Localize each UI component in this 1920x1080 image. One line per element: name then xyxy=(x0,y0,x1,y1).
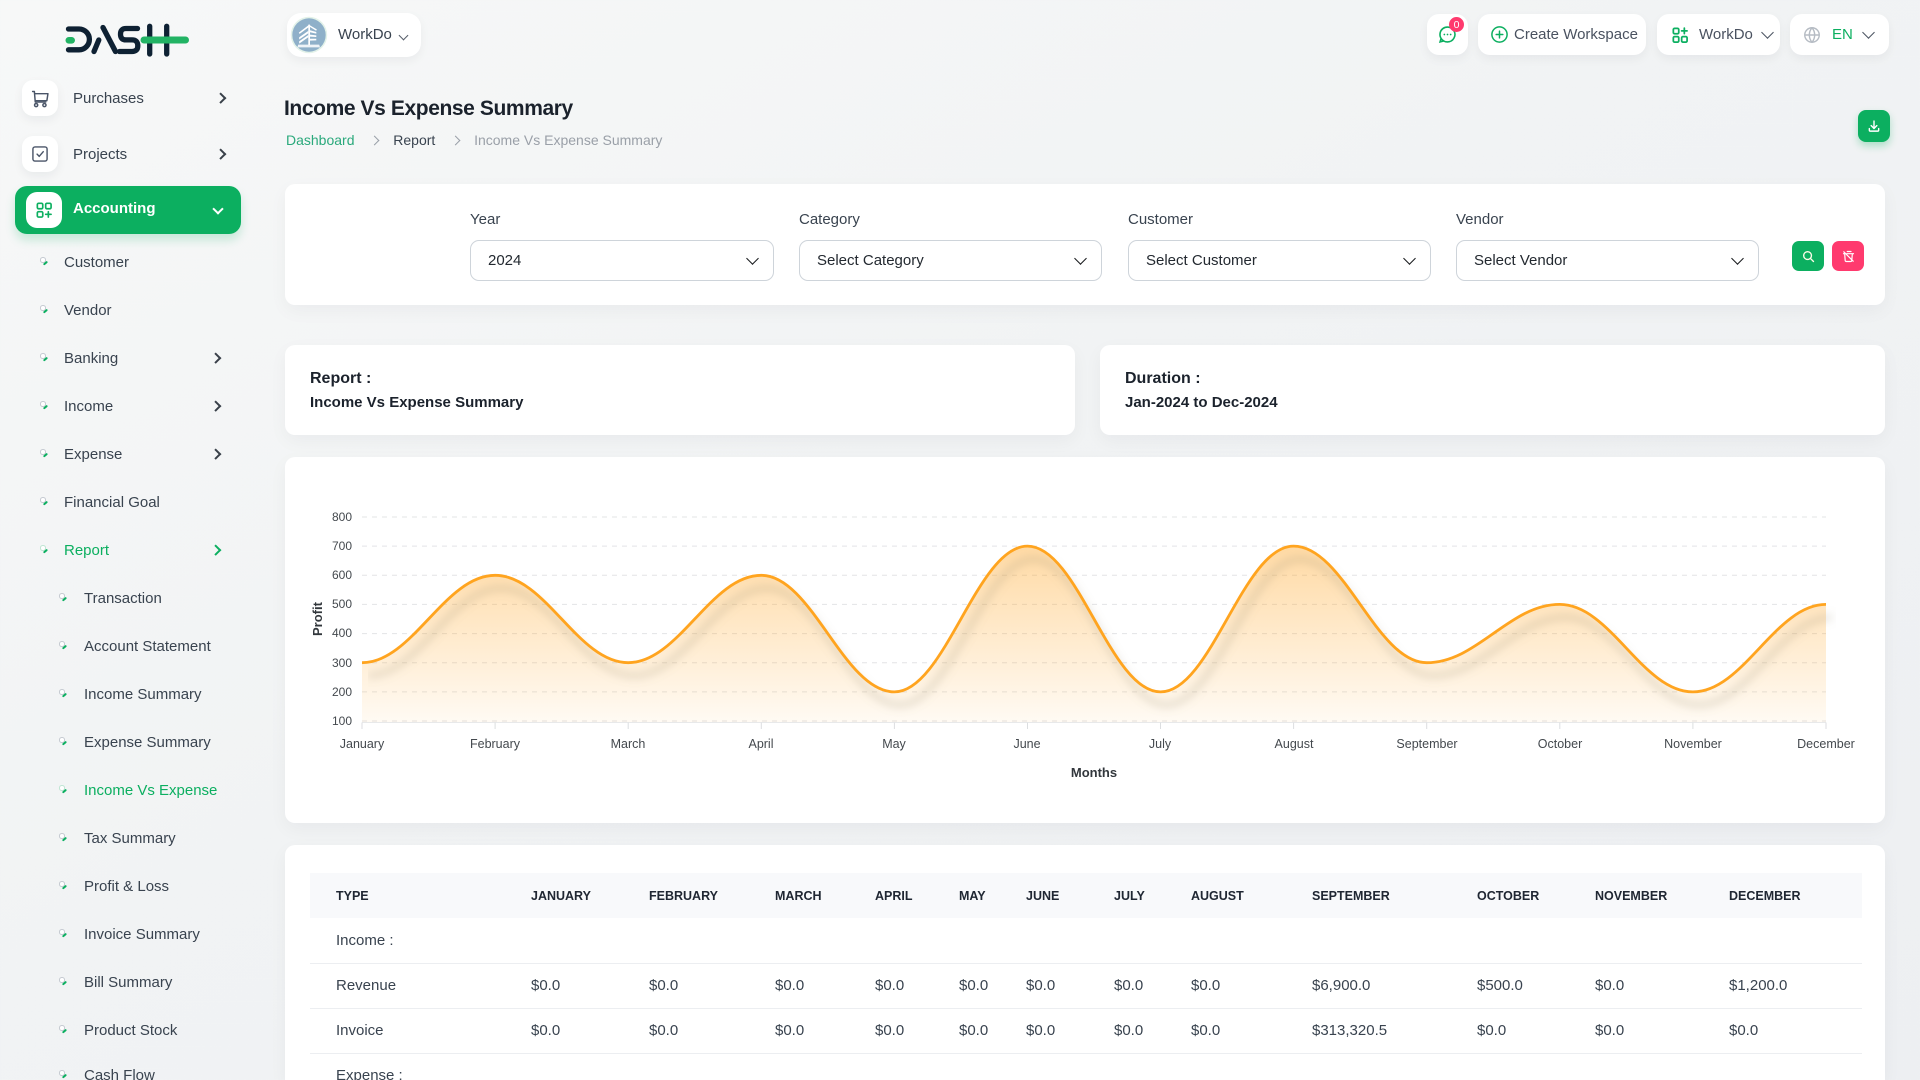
svg-text:300: 300 xyxy=(332,656,352,670)
svg-text:400: 400 xyxy=(332,626,352,640)
svg-text:February: February xyxy=(470,737,521,751)
svg-text:January: January xyxy=(340,737,385,751)
svg-text:600: 600 xyxy=(332,568,352,582)
svg-text:August: August xyxy=(1275,737,1314,751)
svg-text:September: September xyxy=(1396,737,1457,751)
svg-text:October: October xyxy=(1538,737,1582,751)
svg-text:April: April xyxy=(748,737,773,751)
svg-text:500: 500 xyxy=(332,597,352,611)
svg-text:100: 100 xyxy=(332,714,352,728)
svg-text:July: July xyxy=(1149,737,1172,751)
svg-text:June: June xyxy=(1013,737,1040,751)
svg-text:700: 700 xyxy=(332,539,352,553)
svg-text:200: 200 xyxy=(332,685,352,699)
svg-text:March: March xyxy=(611,737,646,751)
svg-text:November: November xyxy=(1664,737,1722,751)
svg-text:December: December xyxy=(1797,737,1855,751)
svg-text:800: 800 xyxy=(332,510,352,524)
svg-text:Months: Months xyxy=(1071,765,1117,780)
svg-text:May: May xyxy=(882,737,906,751)
svg-text:Profit: Profit xyxy=(310,601,325,636)
